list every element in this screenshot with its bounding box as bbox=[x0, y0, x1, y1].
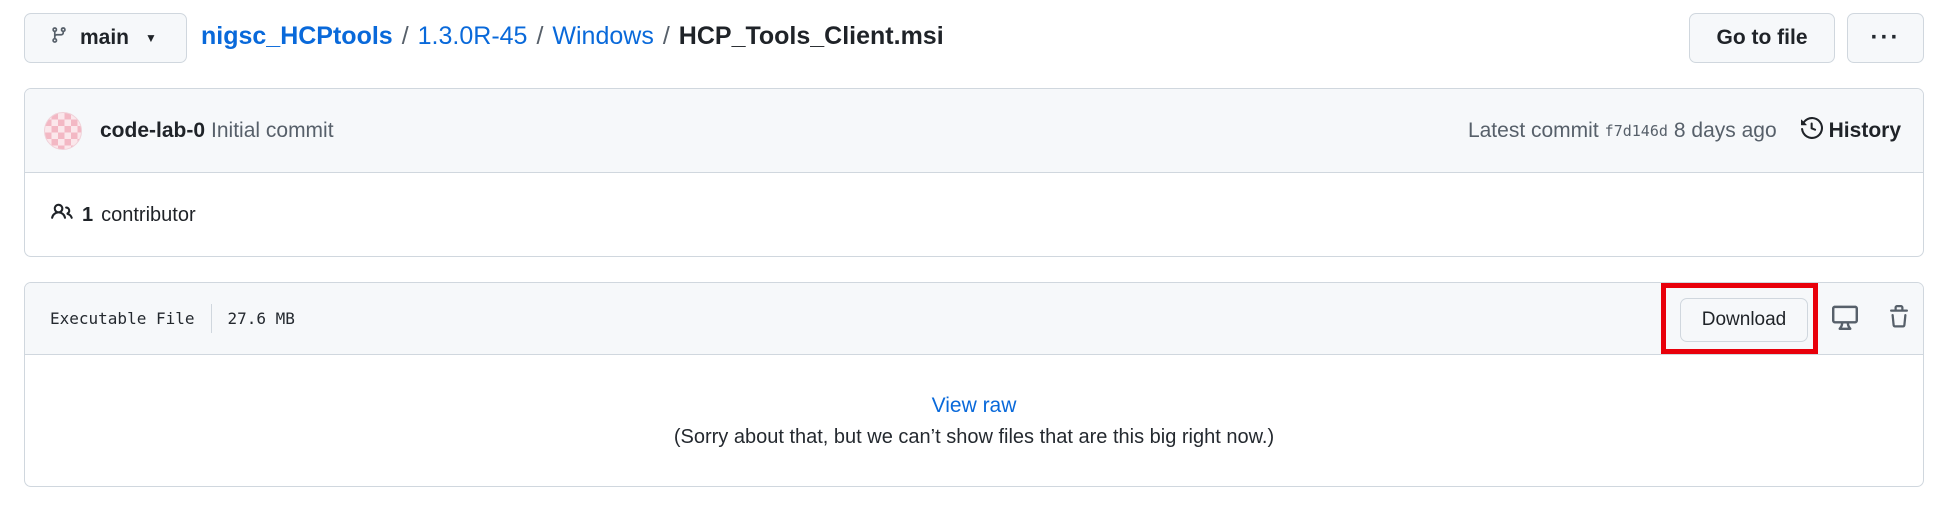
file-header: Executable File 27.6 MB Download bbox=[25, 283, 1923, 355]
commit-author-link[interactable]: code-lab-0 bbox=[100, 119, 205, 143]
open-desktop-button[interactable] bbox=[1829, 303, 1861, 335]
file-too-big-message: (Sorry about that, but we can’t show fil… bbox=[673, 425, 1275, 448]
file-type: Executable File bbox=[50, 309, 195, 328]
delete-file-button[interactable] bbox=[1883, 303, 1915, 335]
download-button[interactable]: Download bbox=[1680, 298, 1808, 342]
commit-row: code-lab-0 Initial commit Latest commit … bbox=[25, 89, 1923, 173]
history-label: History bbox=[1828, 119, 1901, 142]
avatar[interactable] bbox=[44, 111, 82, 150]
breadcrumb: nigsc_HCPtools / 1.3.0R-45 / Windows / H… bbox=[201, 22, 944, 51]
breadcrumb-separator: / bbox=[401, 22, 409, 50]
breadcrumb-folder-version-link[interactable]: 1.3.0R-45 bbox=[418, 22, 528, 51]
divider bbox=[210, 304, 212, 333]
chevron-down-icon: ▼ bbox=[145, 31, 157, 45]
commit-meta: Latest commit f7d146d 8 days ago History bbox=[1468, 89, 1901, 173]
desktop-icon bbox=[1832, 304, 1858, 334]
trash-icon bbox=[1887, 304, 1911, 334]
commit-sha-link[interactable]: f7d146d bbox=[1605, 122, 1668, 140]
repo-topbar: main ▼ nigsc_HCPtools / 1.3.0R-45 / Wind… bbox=[0, 0, 1938, 78]
more-options-button[interactable]: ··· bbox=[1847, 13, 1924, 63]
branch-name: main bbox=[80, 26, 130, 49]
kebab-horizontal-icon: ··· bbox=[1870, 24, 1901, 51]
view-raw-link[interactable]: View raw bbox=[932, 394, 1017, 418]
file-size: 27.6 MB bbox=[227, 309, 295, 328]
git-branch-icon bbox=[50, 25, 68, 51]
go-to-file-button[interactable]: Go to file bbox=[1689, 13, 1835, 63]
history-icon bbox=[1800, 116, 1823, 145]
breadcrumb-separator: / bbox=[662, 22, 670, 50]
contributor-count: 1 bbox=[82, 203, 94, 226]
latest-commit-label: Latest commit bbox=[1467, 119, 1599, 142]
breadcrumb-repo-link[interactable]: nigsc_HCPtools bbox=[201, 22, 393, 51]
branch-select-button[interactable]: main ▼ bbox=[24, 13, 187, 63]
file-viewer: Executable File 27.6 MB Download View ra… bbox=[24, 282, 1924, 487]
breadcrumb-current-file: HCP_Tools_Client.msi bbox=[678, 22, 944, 50]
commit-time: 8 days ago bbox=[1673, 119, 1777, 142]
file-body: View raw (Sorry about that, but we can’t… bbox=[25, 355, 1923, 486]
history-link[interactable]: History bbox=[1800, 116, 1901, 145]
commit-message-link[interactable]: Initial commit bbox=[211, 119, 334, 143]
people-icon bbox=[50, 201, 74, 229]
breadcrumb-folder-windows-link[interactable]: Windows bbox=[552, 22, 653, 51]
latest-commit-box: code-lab-0 Initial commit Latest commit … bbox=[24, 88, 1924, 257]
contributors-row[interactable]: 1 contributor bbox=[25, 173, 1923, 256]
contributor-label: contributor bbox=[101, 203, 196, 226]
breadcrumb-separator: / bbox=[536, 22, 544, 50]
